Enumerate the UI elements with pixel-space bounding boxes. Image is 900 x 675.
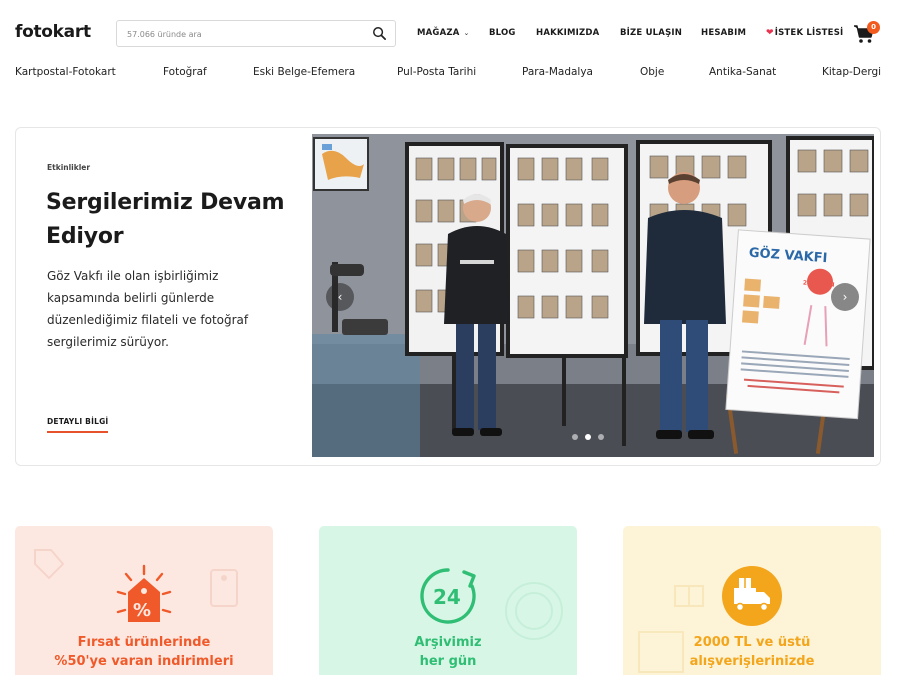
category-item[interactable]: Pul-Posta Tarihi — [397, 66, 476, 78]
clock-24-icon: 24 — [420, 568, 476, 624]
category-item[interactable]: Fotoğraf — [163, 66, 207, 78]
gift-decoration-icon — [674, 585, 704, 607]
cart-count-badge: 0 — [867, 21, 880, 34]
site-logo[interactable]: fotokart — [15, 22, 91, 42]
delivery-truck-icon — [722, 566, 782, 626]
chevron-down-icon: ⌄ — [463, 29, 470, 37]
svg-text:%: % — [133, 600, 151, 621]
promo-card-archive[interactable]: 24 Arşivimiz her gün — [319, 526, 577, 675]
event-poster: GÖZ VAKFI 23 NİSAN — [725, 229, 871, 420]
chevron-right-icon[interactable]: › — [831, 283, 859, 311]
hero-detail-link[interactable]: DETAYLI BİLGİ — [47, 417, 109, 433]
promo-text: 2000 TL ve üstü alışverişlerinizde — [623, 633, 881, 671]
promo-line-2: %50'ye varan indirimleri — [54, 654, 234, 669]
promo-text: Fırsat ürünlerinde %50'ye varan indiriml… — [15, 633, 273, 671]
promo-line-1: Fırsat ürünlerinde — [77, 635, 211, 650]
hero-slider[interactable]: GÖZ VAKFI 23 NİSAN ‹ › — [312, 134, 874, 457]
search-box — [116, 20, 396, 47]
discount-tag-icon: % — [116, 564, 172, 622]
slider-dot[interactable] — [572, 434, 578, 440]
site-header: fotokart MAĞAZA⌄ BLOG HAKKIMIZDA BİZE UL… — [0, 0, 900, 62]
nav-wishlist-label: İSTEK LİSTESİ — [774, 28, 844, 38]
category-item[interactable]: Antika-Sanat — [709, 66, 776, 78]
tag-decoration-icon — [34, 549, 65, 580]
nav-contact[interactable]: BİZE ULAŞIN — [620, 28, 682, 38]
chevron-left-icon[interactable]: ‹ — [326, 283, 354, 311]
nav-wishlist[interactable]: ❤İSTEK LİSTESİ — [766, 28, 843, 38]
exhibition-photo: GÖZ VAKFI 23 NİSAN — [312, 134, 874, 457]
promo-line-1: 2000 TL ve üstü — [693, 635, 811, 650]
promo-line-2: alışverişlerinizde — [689, 654, 815, 669]
promo-line-1: Arşivimiz — [414, 635, 482, 650]
slider-dot[interactable] — [598, 434, 604, 440]
slider-dot-active[interactable] — [585, 434, 591, 440]
category-item[interactable]: Kartpostal-Fotokart — [15, 66, 116, 78]
hero-card: Etkinlikler Sergilerimiz Devam Ediyor Gö… — [15, 127, 881, 466]
nav-about[interactable]: HAKKIMIZDA — [536, 28, 599, 38]
promo-card-discount[interactable]: % Fırsat ürünlerinde %50'ye varan indiri… — [15, 526, 273, 675]
nav-store[interactable]: MAĞAZA ⌄ — [417, 28, 470, 38]
category-item[interactable]: Eski Belge-Efemera — [253, 66, 355, 78]
category-item[interactable]: Para-Madalya — [522, 66, 593, 78]
nav-blog[interactable]: BLOG — [489, 28, 516, 38]
hero-title: Sergilerimiz Devam Ediyor — [46, 190, 285, 249]
nav-store-label: MAĞAZA — [417, 28, 460, 38]
promo-line-2: her gün — [419, 654, 477, 669]
category-item[interactable]: Obje — [640, 66, 664, 78]
heart-icon: ❤ — [766, 28, 774, 38]
promo-text: Arşivimiz her gün — [319, 633, 577, 671]
hero-eyebrow: Etkinlikler — [47, 163, 91, 172]
clock-24-number: 24 — [433, 585, 461, 609]
search-input[interactable] — [127, 25, 367, 43]
tag-decoration-icon — [210, 569, 238, 607]
nav-account[interactable]: HESABIM — [701, 28, 746, 38]
search-icon[interactable] — [372, 26, 387, 41]
hero-description: Göz Vakfı ile olan işbirliğimiz kapsamın… — [47, 269, 249, 349]
category-item[interactable]: Kitap-Dergi — [822, 66, 881, 78]
promo-card-shipping[interactable]: 2000 TL ve üstü alışverişlerinizde — [623, 526, 881, 675]
